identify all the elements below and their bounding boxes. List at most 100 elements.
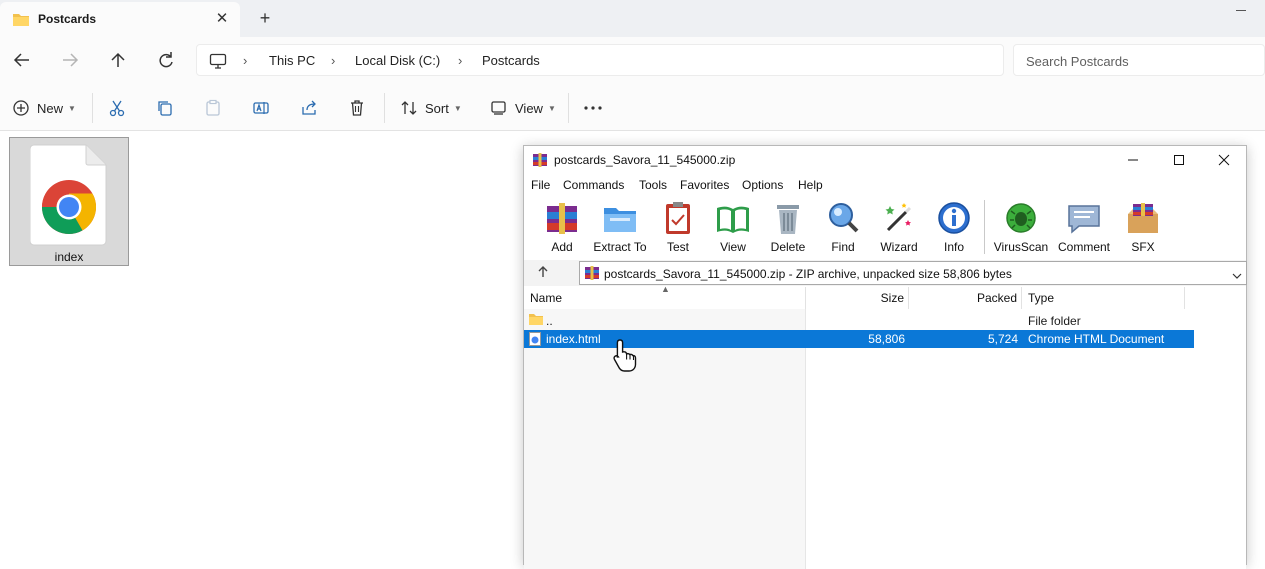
delete-file-button[interactable]: Delete	[759, 200, 817, 256]
forward-arrow-icon	[63, 53, 79, 67]
rename-button[interactable]	[252, 95, 270, 121]
forward-button[interactable]	[58, 49, 82, 71]
row-type: File folder	[1028, 314, 1081, 328]
info-button[interactable]: Info	[925, 200, 983, 256]
divider	[92, 93, 93, 123]
view-label: View	[515, 100, 543, 116]
virus-scan-icon	[1006, 203, 1036, 233]
winrar-archive-icon	[584, 266, 600, 283]
breadcrumb-local-disk[interactable]: Local Disk (C:)	[355, 53, 440, 68]
new-tab-button[interactable]: +	[255, 8, 275, 30]
column-packed[interactable]: Packed	[909, 287, 1022, 309]
sort-ascending-icon: ▲	[661, 284, 670, 294]
list-item-parent-folder[interactable]: .. File folder	[524, 312, 1194, 330]
chrome-html-file-icon	[29, 143, 110, 250]
breadcrumb-postcards[interactable]: Postcards	[482, 53, 540, 68]
virusscan-button[interactable]: VirusScan	[992, 200, 1050, 256]
row-name: ..	[546, 314, 553, 328]
winrar-menu-bar: File Commands Tools Favorites Options He…	[524, 174, 1246, 196]
find-button[interactable]: Find	[814, 200, 872, 256]
divider	[384, 93, 385, 123]
view-button[interactable]: View ▼	[490, 95, 556, 121]
share-icon	[302, 100, 316, 115]
back-arrow-icon	[13, 53, 29, 67]
trash-icon	[351, 100, 363, 116]
test-button[interactable]: Test	[649, 200, 707, 256]
extract-to-button[interactable]: Extract To	[591, 200, 649, 256]
minimize-icon	[1128, 159, 1138, 161]
file-index[interactable]: index	[9, 137, 129, 266]
archive-path-dropdown[interactable]: postcards_Savora_11_545000.zip - ZIP arc…	[579, 261, 1247, 285]
view-file-button[interactable]: View	[704, 200, 762, 256]
magnifier-icon	[829, 203, 859, 233]
column-name[interactable]: Name ▲	[524, 284, 806, 309]
breadcrumb-separator: ›	[243, 53, 248, 68]
search-input[interactable]	[1026, 51, 1256, 71]
paste-button[interactable]	[204, 95, 222, 121]
chevron-down-icon: ▼	[453, 103, 462, 113]
rename-icon	[253, 102, 269, 114]
row-size: 58,806	[868, 332, 905, 346]
more-options-button[interactable]	[583, 95, 603, 121]
view-icon	[491, 101, 506, 115]
paste-icon	[206, 99, 220, 116]
close-tab-icon[interactable]: ✕	[212, 8, 232, 30]
info-icon	[938, 202, 970, 234]
search-box[interactable]	[1013, 44, 1265, 76]
winrar-icon	[532, 152, 548, 171]
more-icon	[584, 106, 602, 110]
menu-tools[interactable]: Tools	[639, 178, 667, 192]
file-name: index	[54, 250, 84, 264]
add-archive-icon	[547, 203, 577, 234]
back-button[interactable]	[10, 49, 34, 71]
maximize-icon	[1174, 155, 1184, 165]
minimize-button[interactable]	[1110, 146, 1156, 174]
winrar-title-bar[interactable]: postcards_Savora_11_545000.zip	[524, 146, 1246, 174]
row-type: Chrome HTML Document	[1028, 332, 1165, 346]
extract-folder-icon	[604, 208, 636, 232]
chevron-down-icon[interactable]	[1232, 268, 1242, 283]
maximize-button[interactable]	[1156, 146, 1202, 174]
address-row: › This PC › Local Disk (C:) › Postcards	[0, 37, 1265, 83]
up-one-level-button[interactable]	[536, 265, 550, 282]
tab-postcards[interactable]: Postcards ✕	[0, 2, 240, 37]
menu-file[interactable]: File	[531, 178, 550, 192]
close-icon	[1218, 154, 1230, 166]
menu-commands[interactable]: Commands	[563, 178, 624, 192]
sort-button[interactable]: Sort ▼	[400, 95, 462, 121]
delete-button[interactable]	[348, 95, 366, 121]
address-bar[interactable]: › This PC › Local Disk (C:) › Postcards	[196, 44, 1004, 76]
wizard-button[interactable]: Wizard	[870, 200, 928, 256]
up-button[interactable]	[106, 49, 130, 71]
archive-path-text: postcards_Savora_11_545000.zip - ZIP arc…	[604, 267, 1012, 281]
sfx-box-icon	[1128, 203, 1158, 233]
new-button[interactable]: New ▼	[12, 95, 76, 121]
up-arrow-icon	[111, 52, 125, 67]
comment-button[interactable]: Comment	[1055, 200, 1113, 256]
menu-options[interactable]: Options	[742, 178, 783, 192]
up-arrow-icon	[538, 266, 548, 277]
share-button[interactable]	[300, 95, 318, 121]
html-file-icon	[529, 332, 541, 349]
add-button[interactable]: Add	[533, 200, 591, 256]
tab-title: Postcards	[38, 12, 97, 26]
cut-button[interactable]	[108, 95, 126, 121]
command-bar: New ▼ Sort ▼ View ▼	[0, 83, 1265, 131]
column-size[interactable]: Size	[806, 287, 909, 309]
copy-button[interactable]	[156, 95, 174, 121]
sort-label: Sort	[425, 100, 449, 116]
sfx-button[interactable]: SFX	[1114, 200, 1172, 256]
tab-strip: Postcards ✕ +	[0, 0, 1265, 37]
breadcrumb-this-pc[interactable]: This PC	[269, 53, 315, 68]
magic-wand-icon	[885, 203, 912, 232]
menu-help[interactable]: Help	[798, 178, 823, 192]
close-button[interactable]	[1201, 146, 1247, 174]
breadcrumb-separator: ›	[331, 53, 336, 68]
refresh-button[interactable]	[154, 49, 178, 71]
name-column-background	[524, 309, 806, 569]
book-icon	[717, 206, 749, 233]
minimize-icon[interactable]	[1236, 10, 1246, 11]
menu-favorites[interactable]: Favorites	[680, 178, 729, 192]
column-type[interactable]: Type	[1022, 287, 1185, 309]
refresh-icon	[159, 52, 173, 68]
